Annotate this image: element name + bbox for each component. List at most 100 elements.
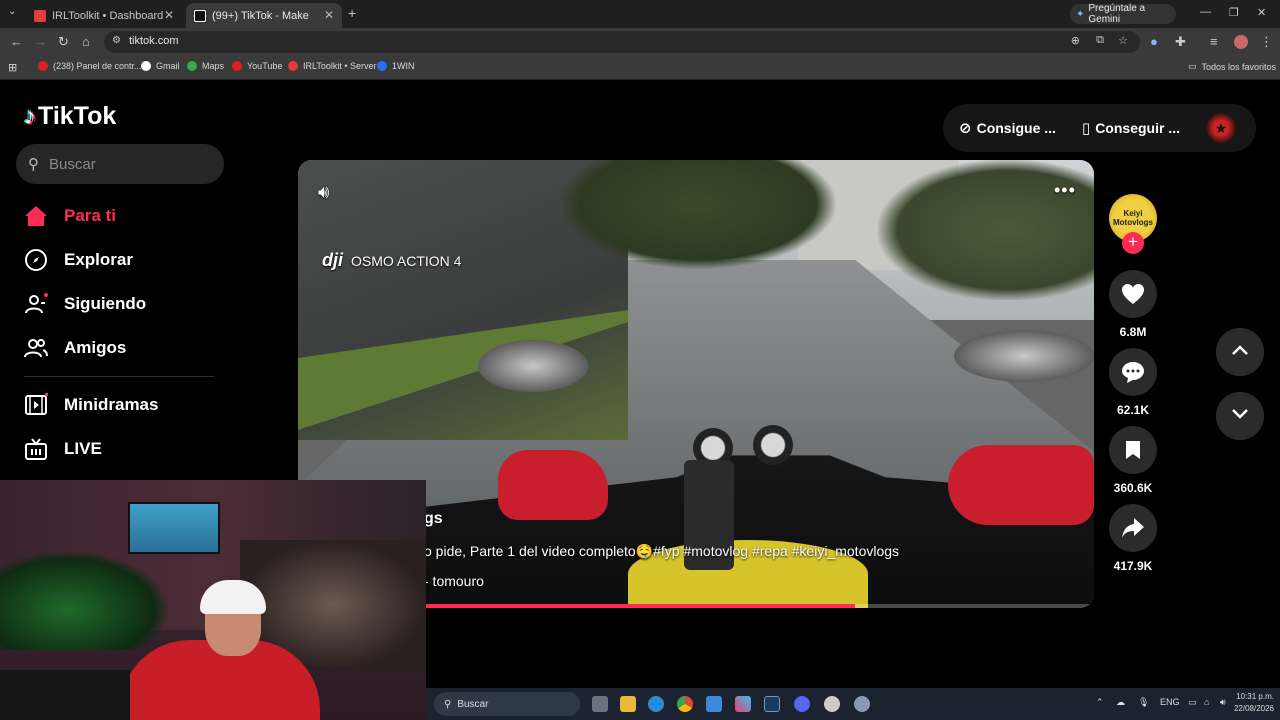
next-video-button[interactable] bbox=[1216, 392, 1264, 440]
get-app-button[interactable]: ▯ Conseguir ... bbox=[1082, 119, 1180, 137]
language-indicator[interactable]: ENG bbox=[1160, 697, 1180, 707]
comment-action[interactable]: 62.1K bbox=[1109, 348, 1157, 417]
url-field[interactable]: ⚙ tiktok.com ⊕ ⧉ ☆ bbox=[104, 31, 1140, 53]
tab-title: (99+) TikTok - Make Your Da bbox=[212, 9, 312, 22]
logo-text: TikTok bbox=[38, 102, 117, 130]
app-icon[interactable] bbox=[824, 696, 840, 712]
bookmark-icon[interactable] bbox=[1109, 426, 1157, 474]
tiktok-favicon-icon bbox=[194, 9, 206, 22]
tiktok-logo[interactable]: ♪ TikTok bbox=[24, 102, 116, 131]
bookmark-label: YouTube bbox=[247, 61, 283, 71]
reload-icon[interactable]: ↻ bbox=[58, 34, 69, 50]
tab-tiktok[interactable]: (99+) TikTok - Make Your Da ✕ bbox=[186, 3, 342, 28]
maximize-icon[interactable]: ❐ bbox=[1229, 6, 1239, 19]
heart-icon[interactable] bbox=[1109, 270, 1157, 318]
bookmark-panel[interactable]: (238) Panel de contr... bbox=[38, 61, 142, 71]
profile-avatar[interactable] bbox=[1234, 35, 1248, 49]
edge-icon[interactable] bbox=[648, 696, 664, 712]
puzzle-icon[interactable]: ✚ bbox=[1175, 34, 1186, 50]
comment-count: 62.1K bbox=[1116, 403, 1150, 417]
video-frame-glove bbox=[948, 445, 1094, 525]
like-action[interactable]: 6.8M bbox=[1109, 270, 1157, 339]
tray-app-icon[interactable]: ☁ bbox=[1116, 697, 1125, 708]
film-icon bbox=[24, 393, 48, 417]
nav-explorar[interactable]: Explorar bbox=[24, 248, 133, 272]
chevron-down-icon bbox=[1231, 407, 1249, 425]
close-icon[interactable]: ✕ bbox=[164, 8, 174, 22]
microphone-icon[interactable]: 🎙︎ bbox=[1138, 697, 1149, 708]
irltoolkit-favicon-icon bbox=[34, 9, 46, 22]
friends-icon bbox=[24, 336, 48, 360]
clock[interactable]: 10:31 p.m. 22/08/2026 bbox=[1226, 691, 1274, 715]
save-action[interactable]: 360.6K bbox=[1109, 426, 1157, 495]
video-frame-gauge bbox=[753, 425, 793, 465]
video-author[interactable]: gs bbox=[424, 510, 443, 528]
profile-avatar[interactable]: ★ bbox=[1205, 113, 1236, 143]
back-icon[interactable]: ← bbox=[10, 34, 23, 49]
nav-amigos[interactable]: Amigos bbox=[24, 336, 126, 360]
bookmark-maps[interactable]: Maps bbox=[187, 61, 224, 71]
install-icon[interactable]: ⧉ bbox=[1096, 34, 1104, 47]
close-icon[interactable]: ✕ bbox=[324, 8, 334, 22]
bookmark-1win[interactable]: 1WIN bbox=[377, 61, 415, 71]
discord-icon[interactable] bbox=[794, 696, 810, 712]
tab-irltoolkit[interactable]: IRLToolkit • Dashboard ✕ bbox=[26, 3, 182, 28]
settings-icon[interactable] bbox=[854, 696, 870, 712]
bookmark-gmail[interactable]: Gmail bbox=[141, 61, 180, 71]
previous-video-button[interactable] bbox=[1216, 328, 1264, 376]
bookmark-youtube[interactable]: YouTube bbox=[232, 61, 282, 71]
search-input[interactable]: ⚲ Buscar bbox=[16, 144, 224, 184]
zoom-icon[interactable]: ⊕ bbox=[1071, 34, 1080, 47]
windows-taskbar: ⚲ Buscar ⌃ ☁ 🎙︎ ENG ▭ ⌂ 🔊︎ 10:31 p.m. 22… bbox=[426, 688, 1280, 720]
share-action[interactable]: 417.9K bbox=[1109, 504, 1157, 573]
nav-siguiendo[interactable]: Siguiendo bbox=[24, 292, 146, 316]
video-frame-glove bbox=[498, 450, 608, 520]
get-coins-button[interactable]: ⊘ Consigue ... bbox=[959, 119, 1056, 137]
tab-title: IRLToolkit • Dashboard bbox=[52, 9, 164, 22]
following-icon bbox=[24, 292, 48, 316]
nav-divider bbox=[24, 376, 214, 377]
file-explorer-icon[interactable] bbox=[620, 696, 636, 712]
forward-icon[interactable]: → bbox=[34, 34, 47, 49]
home-icon[interactable]: ⌂ bbox=[82, 34, 90, 49]
taskbar-search-label: Buscar bbox=[457, 698, 489, 710]
nav-live[interactable]: LIVE bbox=[24, 437, 102, 461]
chrome-icon[interactable] bbox=[677, 696, 693, 712]
comment-icon[interactable] bbox=[1109, 348, 1157, 396]
volume-icon[interactable]: 🔊︎ bbox=[318, 182, 329, 203]
more-options-icon[interactable]: ••• bbox=[1054, 180, 1076, 201]
bookmark-irltoolkit[interactable]: IRLToolkit • Server bbox=[288, 61, 377, 71]
extension-icon[interactable]: ● bbox=[1150, 34, 1158, 49]
store-icon[interactable] bbox=[706, 696, 722, 712]
window-close-icon[interactable]: ✕ bbox=[1257, 6, 1266, 19]
webcam-desk bbox=[0, 670, 130, 720]
all-bookmarks[interactable]: ▭ Todos los favoritos bbox=[1188, 61, 1276, 72]
steam-icon[interactable] bbox=[764, 696, 780, 712]
site-info-icon[interactable]: ⚙ bbox=[112, 35, 121, 46]
bookmark-label: 1WIN bbox=[392, 61, 415, 71]
network-icon[interactable]: ⌂ bbox=[1204, 697, 1209, 707]
minimize-icon[interactable]: — bbox=[1200, 6, 1211, 18]
star-icon[interactable]: ☆ bbox=[1118, 34, 1128, 47]
tab-list-icon[interactable]: ⌄ bbox=[8, 6, 16, 17]
follow-plus-button[interactable]: + bbox=[1122, 232, 1144, 254]
taskbar-search[interactable]: ⚲ Buscar bbox=[434, 692, 580, 716]
gemini-button[interactable]: ✦ Pregúntale a Gemini bbox=[1070, 3, 1176, 25]
volume-icon[interactable]: 🔊︎ bbox=[1220, 697, 1226, 708]
top-button-label: Consigue ... bbox=[976, 120, 1056, 136]
reading-list-icon[interactable]: ≡ bbox=[1210, 34, 1218, 49]
webcam-overlay bbox=[0, 480, 426, 720]
apps-icon[interactable]: ⊞ bbox=[8, 61, 17, 74]
app-icon[interactable] bbox=[735, 696, 751, 712]
video-music[interactable]: - tomouro bbox=[424, 573, 484, 589]
new-tab-icon[interactable]: + bbox=[348, 5, 356, 21]
nav-minidramas[interactable]: Minidramas bbox=[24, 393, 158, 417]
display-icon[interactable]: ▭ bbox=[1188, 697, 1197, 708]
menu-icon[interactable]: ⋮ bbox=[1260, 34, 1273, 50]
share-icon[interactable] bbox=[1109, 504, 1157, 552]
task-view-icon[interactable] bbox=[592, 696, 608, 712]
nav-para-ti[interactable]: Para ti bbox=[24, 204, 116, 228]
url-text: tiktok.com bbox=[129, 35, 179, 47]
webcam-motorcycle bbox=[0, 550, 170, 650]
tray-chevron-icon[interactable]: ⌃ bbox=[1096, 697, 1104, 708]
